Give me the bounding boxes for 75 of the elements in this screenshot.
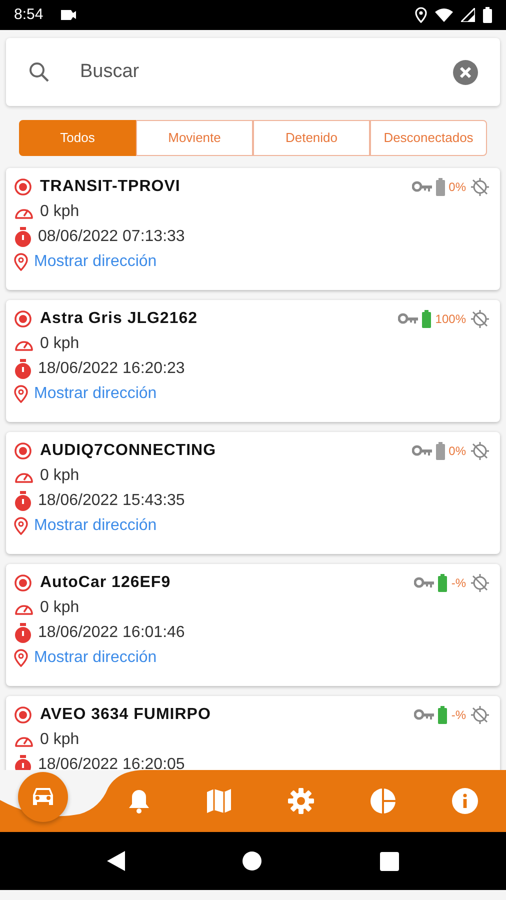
wifi-icon xyxy=(435,8,453,22)
status-icon xyxy=(14,706,32,724)
vehicle-name: AutoCar 126EF9 xyxy=(40,572,171,592)
gps-off-icon xyxy=(470,572,490,592)
key-icon xyxy=(414,577,434,588)
search-field[interactable]: Buscar xyxy=(78,56,453,88)
battery-percentage: -% xyxy=(451,574,466,592)
timestamp-text: 18/06/2022 16:01:46 xyxy=(38,622,185,642)
pie-chart-icon xyxy=(370,788,396,814)
timestamp-text: 18/06/2022 16:20:05 xyxy=(38,754,185,770)
filter-tab[interactable]: Desconectados xyxy=(370,120,487,156)
back-icon[interactable] xyxy=(106,851,125,871)
battery-percentage: 0% xyxy=(448,178,466,196)
vehicle-name: Astra Gris JLG2162 xyxy=(40,308,198,328)
stopwatch-icon xyxy=(14,226,32,246)
recents-icon[interactable] xyxy=(380,852,400,870)
bell-icon xyxy=(128,788,150,814)
status-icon xyxy=(14,178,32,196)
battery-percentage: 100% xyxy=(435,310,466,328)
speed-text: 0 kph xyxy=(40,202,80,222)
stopwatch-icon xyxy=(14,754,32,770)
gps-off-icon xyxy=(470,176,490,196)
battery-icon xyxy=(483,7,492,23)
show-address-link[interactable]: Mostrar dirección xyxy=(34,646,157,670)
timestamp-text: 18/06/2022 16:20:23 xyxy=(38,358,185,378)
stopwatch-icon xyxy=(14,490,32,510)
map-icon xyxy=(206,788,232,814)
clock: 8:54 xyxy=(14,4,44,25)
show-address-link[interactable]: Mostrar dirección xyxy=(34,250,157,274)
show-address-link[interactable]: Mostrar dirección xyxy=(34,382,157,406)
key-icon xyxy=(412,181,432,192)
status-icon xyxy=(14,574,32,592)
gps-off-icon xyxy=(470,704,490,724)
info-icon xyxy=(452,788,478,814)
map-pin-icon xyxy=(14,648,28,666)
search-bar[interactable]: Buscar xyxy=(6,38,500,106)
nav-button[interactable] xyxy=(18,772,68,822)
vehicle-card[interactable]: AUDIQ7CONNECTING 0% 0 kph 18/06/2022 15:43:35 Mostrar dirección xyxy=(6,432,500,554)
status-icon xyxy=(14,442,32,460)
key-icon xyxy=(412,445,432,456)
key-icon xyxy=(398,313,418,324)
map-pin-icon xyxy=(14,252,28,270)
battery-percentage: 0% xyxy=(448,442,466,460)
vehicle-card[interactable]: Astra Gris JLG2162 100% 0 kph 18/06/2022 16:20:23 Mostrar dirección xyxy=(6,300,500,422)
vehicle-name: AUDIQ7CONNECTING xyxy=(40,440,216,460)
vehicle-name: AVEO 3634 FUMIRPO xyxy=(40,704,211,724)
map-pin-icon xyxy=(14,516,28,534)
gps-off-icon xyxy=(470,308,490,328)
vehicle-card[interactable]: AutoCar 126EF9 -% 0 kph 18/06/2022 16:01:46 Mostrar dirección xyxy=(6,564,500,686)
car-icon xyxy=(30,786,56,808)
home-icon[interactable] xyxy=(242,851,262,871)
speed-text: 0 kph xyxy=(40,334,80,354)
vehicle-card[interactable]: TRANSIT-TPROVI 0% 0 kph 08/06/2022 07:13:33 Mostrar dirección xyxy=(6,168,500,290)
key-icon xyxy=(414,709,434,720)
vehicle-card[interactable]: AVEO 3634 FUMIRPO -% 0 kph 18/06/2022 16:20:05 xyxy=(6,696,500,770)
filter-tab[interactable]: Todos xyxy=(19,120,136,156)
map-pin-icon xyxy=(14,384,28,402)
filter-tab[interactable]: Detenido xyxy=(253,120,370,156)
timestamp-text: 18/06/2022 15:43:35 xyxy=(38,490,185,510)
speed-text: 0 kph xyxy=(40,598,80,618)
battery-percentage: -% xyxy=(451,706,466,724)
filter-tab[interactable]: Moviente xyxy=(136,120,253,156)
gps-off-icon xyxy=(470,440,490,460)
vehicle-name: TRANSIT-TPROVI xyxy=(40,176,180,196)
signal-icon xyxy=(461,8,475,22)
timestamp-text: 08/06/2022 07:13:33 xyxy=(38,226,185,246)
location-icon xyxy=(415,7,427,23)
speed-text: 0 kph xyxy=(40,466,80,486)
stopwatch-icon xyxy=(14,622,32,642)
status-icon xyxy=(14,310,32,328)
speed-text: 0 kph xyxy=(40,730,80,750)
show-address-link[interactable]: Mostrar dirección xyxy=(34,514,157,538)
stopwatch-icon xyxy=(14,358,32,378)
clear-icon[interactable] xyxy=(453,60,478,84)
search-icon xyxy=(28,61,50,83)
